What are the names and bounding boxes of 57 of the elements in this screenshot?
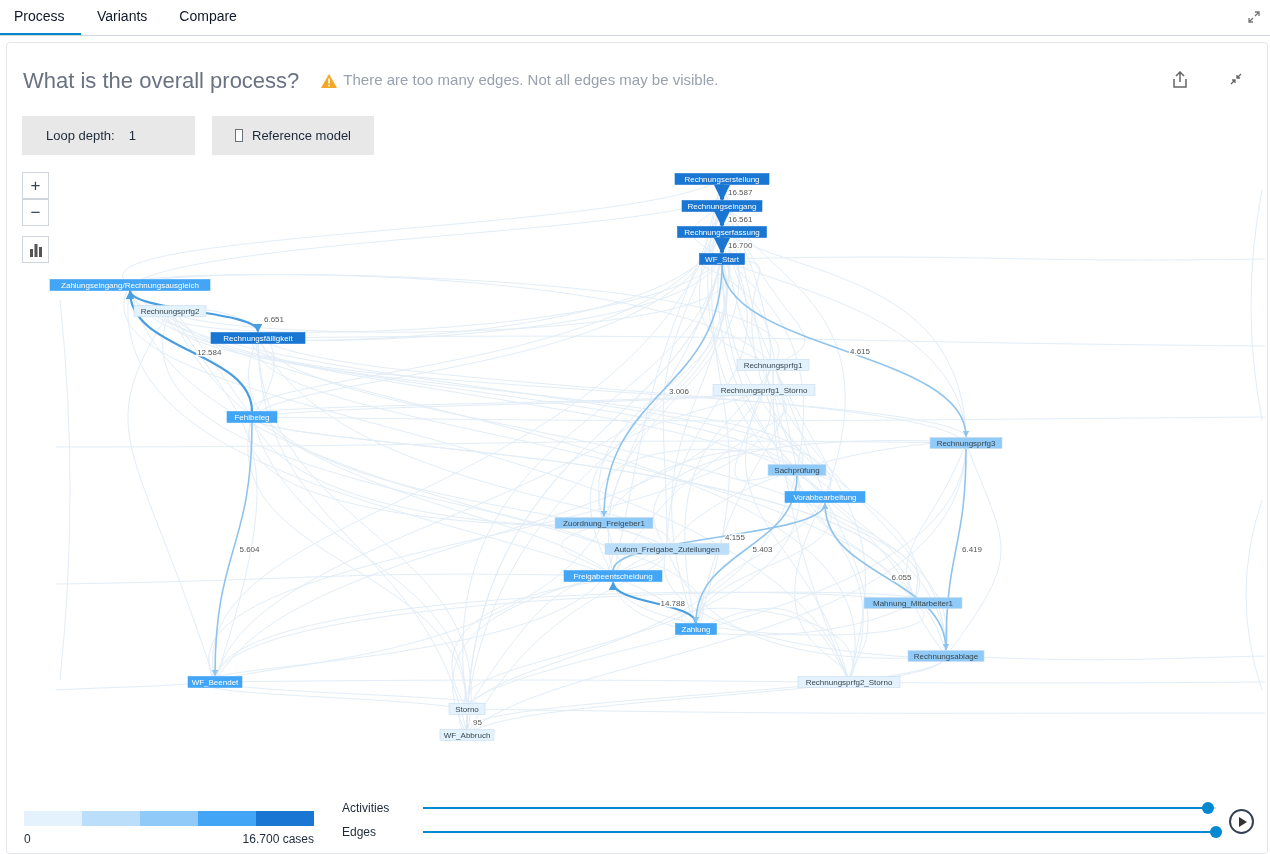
edge-label: 3.006	[669, 386, 690, 396]
collapse-icon[interactable]	[1230, 73, 1242, 85]
edge-label: 6.055	[891, 573, 912, 582]
legend-max-label: 16.700 cases	[242, 831, 314, 848]
edge-label: 12.584	[197, 347, 222, 357]
activity-node[interactable]: Rechnungsfälligkeit	[210, 332, 306, 344]
edge-label: 16.561	[728, 214, 753, 224]
warning-icon	[321, 73, 338, 88]
tab[interactable]: Process	[0, 0, 81, 35]
tab[interactable]: Variants	[81, 0, 164, 35]
panel-title: What is the overall process?	[23, 67, 300, 95]
statistics-button[interactable]	[22, 236, 49, 263]
tab[interactable]: Compare	[163, 0, 253, 35]
play-button[interactable]	[1229, 809, 1254, 834]
warning-text: There are too many edges. Not all edges may be visible.	[343, 70, 719, 91]
activity-node[interactable]: Rechnungseingang	[681, 200, 763, 212]
bar-chart-icon	[28, 242, 43, 257]
activity-node[interactable]: Zuordnung_Freigeber1	[554, 517, 654, 529]
share-icon[interactable]	[1172, 71, 1188, 88]
edge-label: 14.788	[660, 599, 685, 608]
activity-node[interactable]: WF_Abbruch	[439, 729, 495, 741]
edge-label: 16.587	[728, 188, 753, 197]
edge-arrow	[714, 184, 730, 202]
edge-label: 5.403	[752, 545, 773, 554]
edge-label: 6.419	[962, 545, 983, 554]
slider-thumb[interactable]	[1210, 826, 1222, 838]
edge-label: 5.604	[239, 545, 260, 554]
activity-node[interactable]: Rechnungserstellung	[674, 173, 770, 185]
edge-arrow	[714, 237, 730, 255]
activity-node[interactable]: Rechnungsprfg2_Storno	[797, 676, 901, 688]
activity-node[interactable]: Rechnungsprfg2	[133, 305, 207, 317]
activity-node[interactable]: Rechnungsprfg1_Storno	[712, 384, 816, 396]
expand-icon[interactable]	[1248, 11, 1260, 23]
slider-label: Edges	[342, 824, 378, 841]
edge-label: 4.155	[725, 533, 746, 542]
zoom-out-button[interactable]: −	[22, 199, 49, 226]
edge-label: 6.651	[264, 314, 285, 324]
activity-node[interactable]: WF_Start	[699, 253, 745, 265]
slider-label: Activities	[342, 800, 391, 817]
edge-label: 95	[473, 717, 482, 727]
activity-node[interactable]: Mahnung_Mitarbeiter1	[863, 597, 963, 609]
activity-node[interactable]: Rechnungserfassung	[677, 226, 767, 238]
loop-depth-dropdown[interactable]: Loop depth: 1	[22, 116, 195, 155]
activity-node[interactable]: Autom_Freigabe_Zuteilungen	[604, 543, 730, 555]
play-icon	[1238, 816, 1247, 827]
activity-node[interactable]: Rechnungsablage	[907, 650, 985, 662]
activity-node[interactable]: Storno	[448, 703, 486, 715]
legend-min-label: 0	[24, 831, 31, 848]
edge-label: 16.700	[728, 241, 753, 250]
activity-node[interactable]: Rechnungsprfg3	[929, 437, 1003, 449]
edge-label: 4.615	[850, 346, 871, 356]
edge-arrow	[714, 211, 730, 228]
zoom-in-button[interactable]: +	[22, 172, 49, 199]
slider-thumb[interactable]	[1202, 802, 1215, 814]
activity-node[interactable]: Rechnungsprfg1	[736, 359, 810, 371]
activity-node[interactable]: Sachprüfung	[767, 464, 827, 476]
reference-model-checkbox[interactable]: Reference model	[212, 116, 374, 155]
